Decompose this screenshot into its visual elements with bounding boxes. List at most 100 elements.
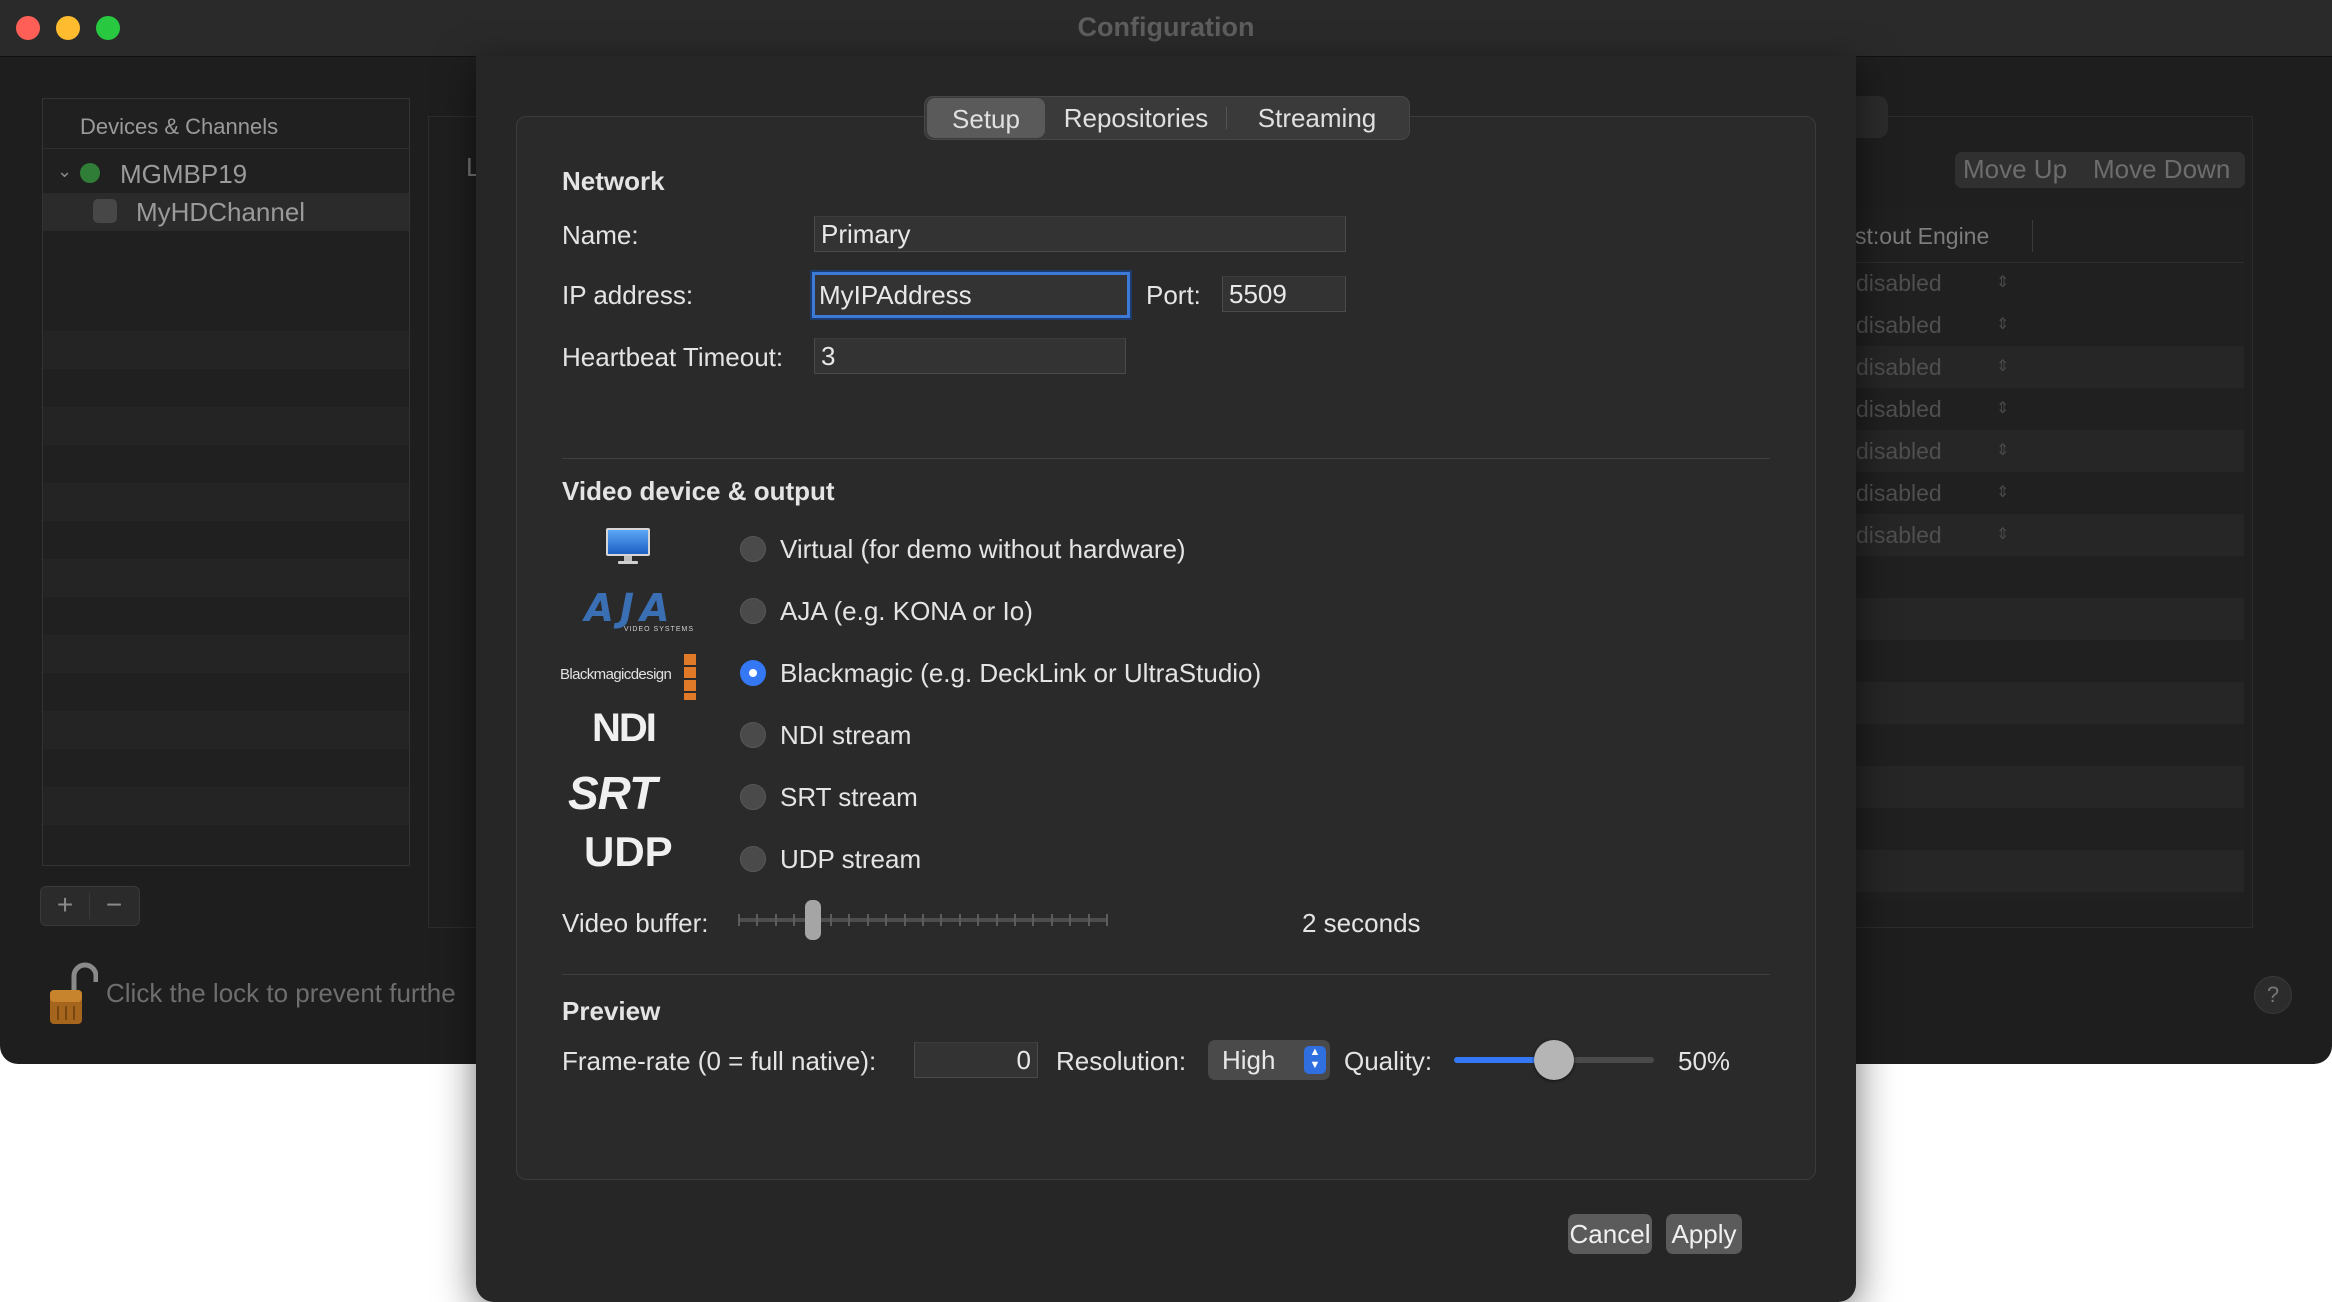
remove-device-button[interactable]: −: [90, 887, 138, 925]
sidebar-stripe: [43, 483, 409, 521]
table-row[interactable]: disabled ⇕: [1856, 388, 2236, 430]
resolution-label: Resolution:: [1056, 1046, 1187, 1076]
tab-bar: Setup Repositories Streaming: [924, 96, 1410, 140]
video-option-virtual[interactable]: Virtual (for demo without hardware): [476, 524, 1774, 574]
tab-streaming[interactable]: Streaming: [1227, 97, 1407, 139]
slider-tick: [830, 914, 832, 926]
lock-icon[interactable]: [48, 960, 98, 1026]
chevron-down-icon[interactable]: ⌄: [57, 161, 72, 182]
slider-tick: [1032, 914, 1034, 926]
channel-table: st:out Engine disabled ⇕ disabled ⇕ disabled…: [1852, 210, 2244, 900]
chevron-updown-icon[interactable]: ⇕: [1996, 262, 2009, 304]
move-down-button[interactable]: Move Down: [2093, 154, 2230, 185]
chevron-updown-icon[interactable]: ⇕: [1996, 472, 2009, 514]
resolution-value: High: [1222, 1045, 1276, 1075]
chevron-updown-icon[interactable]: ⇕: [1996, 304, 2009, 346]
lock-hint-text: Click the lock to prevent furthe: [106, 978, 456, 1008]
sidebar-header: Devices & Channels: [43, 99, 409, 149]
help-button[interactable]: ?: [2254, 976, 2292, 1014]
table-row[interactable]: disabled ⇕: [1856, 262, 2236, 304]
slider-tick: [996, 914, 998, 926]
sidebar-stripe: [43, 559, 409, 597]
apply-button[interactable]: Apply: [1666, 1214, 1742, 1254]
radio-button[interactable]: [740, 722, 766, 748]
preview-section-title: Preview: [562, 996, 661, 1026]
slider-tick: [977, 914, 979, 926]
sidebar-stripe: [43, 407, 409, 445]
port-field[interactable]: [1222, 276, 1346, 312]
slider-tick: [922, 914, 924, 926]
slider-tick: [793, 914, 795, 926]
table-row[interactable]: disabled ⇕: [1856, 514, 2236, 556]
engine-status: disabled: [1856, 438, 1942, 464]
channel-checkbox[interactable]: [93, 199, 117, 223]
move-up-button[interactable]: Move Up: [1963, 154, 2067, 185]
option-label: UDP stream: [780, 844, 922, 874]
video-buffer-value: 2 seconds: [1302, 908, 1421, 938]
radio-button[interactable]: [740, 536, 766, 562]
video-option-ndi[interactable]: NDI stream: [476, 710, 1774, 760]
chevron-updown-icon[interactable]: ▲ ▼: [1304, 1046, 1326, 1074]
radio-button[interactable]: [740, 660, 766, 686]
slider-tick: [1069, 914, 1071, 926]
table-row[interactable]: disabled ⇕: [1856, 472, 2236, 514]
video-option-aja[interactable]: AJA (e.g. KONA or Io): [476, 586, 1774, 636]
slider-knob[interactable]: [805, 900, 821, 940]
radio-button[interactable]: [740, 846, 766, 872]
radio-button[interactable]: [740, 598, 766, 624]
cancel-button[interactable]: Cancel: [1568, 1214, 1652, 1254]
engine-status: disabled: [1856, 480, 1942, 506]
table-row[interactable]: disabled ⇕: [1856, 304, 2236, 346]
slider-tick: [738, 914, 740, 926]
chevron-updown-icon[interactable]: ⇕: [1996, 346, 2009, 388]
slider-tick: [1014, 914, 1016, 926]
video-buffer-label: Video buffer:: [562, 908, 709, 938]
network-section-title: Network: [562, 166, 665, 196]
option-label: SRT stream: [780, 782, 918, 812]
device-name: MGMBP19: [120, 159, 248, 189]
table-row[interactable]: disabled ⇕: [1856, 430, 2236, 472]
ip-address-field[interactable]: [812, 272, 1130, 318]
engine-status: disabled: [1856, 522, 1942, 548]
video-option-blackmagic[interactable]: Blackmagic (e.g. DeckLink or UltraStudio…: [476, 648, 1774, 698]
status-dot-icon: [80, 163, 100, 183]
add-device-button[interactable]: +: [41, 887, 89, 925]
slider-tick: [904, 914, 906, 926]
heartbeat-timeout-label: Heartbeat Timeout:: [562, 342, 784, 372]
chevron-updown-icon[interactable]: ⇕: [1996, 514, 2009, 556]
quality-label: Quality:: [1344, 1046, 1433, 1076]
channel-name: MyHDChannel: [136, 197, 306, 227]
chevron-updown-icon[interactable]: ⇕: [1996, 430, 2009, 472]
slider-tick: [959, 914, 961, 926]
sidebar-stripe: [43, 711, 409, 749]
quality-slider[interactable]: [1454, 1038, 1654, 1082]
video-option-udp[interactable]: UDP stream: [476, 834, 1774, 884]
ip-address-label: IP address:: [562, 280, 694, 310]
sidebar-item-device[interactable]: ⌄ MGMBP19: [43, 155, 409, 193]
name-field[interactable]: [814, 216, 1346, 252]
radio-button[interactable]: [740, 784, 766, 810]
heartbeat-timeout-field[interactable]: [814, 338, 1126, 374]
engine-status: disabled: [1856, 270, 1942, 296]
engine-status: disabled: [1856, 396, 1942, 422]
tab-repositories[interactable]: Repositories: [1047, 97, 1225, 139]
name-label: Name:: [562, 220, 639, 250]
video-option-srt[interactable]: SRT stream: [476, 772, 1774, 822]
chevron-updown-icon[interactable]: ⇕: [1996, 388, 2009, 430]
option-label: Virtual (for demo without hardware): [780, 534, 1186, 564]
video-buffer-slider[interactable]: [738, 898, 1108, 948]
window-title: Configuration: [1077, 12, 1255, 42]
slider-knob[interactable]: [1534, 1040, 1574, 1080]
slider-tick: [885, 914, 887, 926]
tab-setup[interactable]: Setup: [927, 98, 1045, 138]
slider-tick: [756, 914, 758, 926]
framerate-field[interactable]: [914, 1042, 1038, 1078]
devices-sidebar: Devices & Channels ⌄ MGMBP19 MyHDChannel: [42, 98, 410, 866]
section-divider: [562, 974, 1770, 975]
sidebar-stripe: [43, 331, 409, 369]
configuration-sheet: Setup Repositories Streaming Network Nam…: [476, 56, 1856, 1302]
resolution-select[interactable]: High ▲ ▼: [1208, 1040, 1330, 1080]
sidebar-item-channel[interactable]: MyHDChannel: [43, 193, 409, 231]
table-row[interactable]: disabled ⇕: [1856, 346, 2236, 388]
engine-status: disabled: [1856, 354, 1942, 380]
